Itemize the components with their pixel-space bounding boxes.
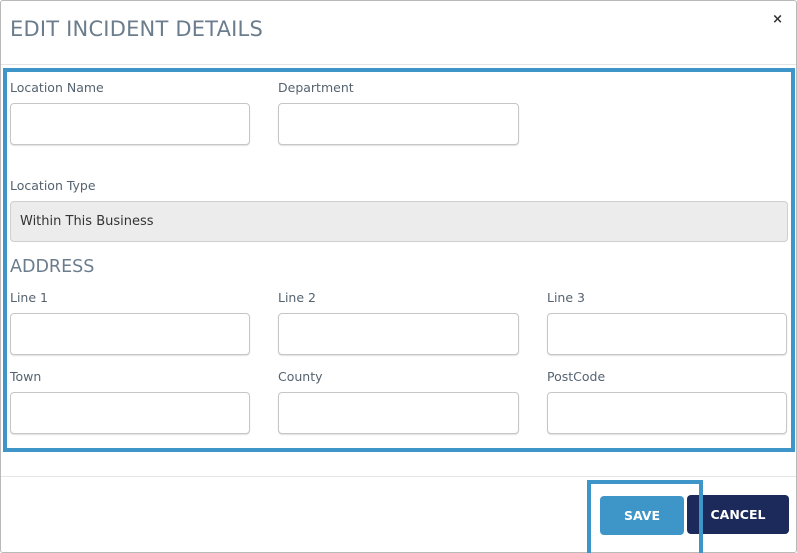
modal-title: EDIT INCIDENT DETAILS (10, 17, 263, 41)
line2-input[interactable] (278, 313, 519, 355)
location-name-label: Location Name (10, 80, 104, 95)
county-input[interactable] (278, 392, 519, 434)
postcode-input[interactable] (547, 392, 787, 434)
town-input[interactable] (10, 392, 250, 434)
postcode-label: PostCode (547, 369, 606, 384)
close-icon[interactable]: × (772, 13, 783, 26)
county-label: County (278, 369, 323, 384)
town-label: Town (10, 369, 42, 384)
line2-label: Line 2 (278, 290, 316, 305)
department-input[interactable] (278, 103, 519, 145)
line1-input[interactable] (10, 313, 250, 355)
location-name-input[interactable] (10, 103, 250, 145)
edit-incident-modal: EDIT INCIDENT DETAILS × Location Name De… (0, 0, 797, 553)
line1-label: Line 1 (10, 290, 48, 305)
save-button[interactable]: SAVE (600, 496, 684, 535)
cancel-button[interactable]: CANCEL (687, 495, 789, 534)
address-heading: ADDRESS (10, 257, 95, 277)
footer-divider (1, 476, 796, 477)
department-label: Department (278, 80, 354, 95)
header-divider (1, 64, 796, 65)
line3-input[interactable] (547, 313, 787, 355)
line3-label: Line 3 (547, 290, 585, 305)
location-type-selected-value: Within This Business (20, 214, 154, 229)
location-type-select[interactable]: Within This Business (10, 201, 788, 242)
location-type-label: Location Type (10, 178, 96, 193)
